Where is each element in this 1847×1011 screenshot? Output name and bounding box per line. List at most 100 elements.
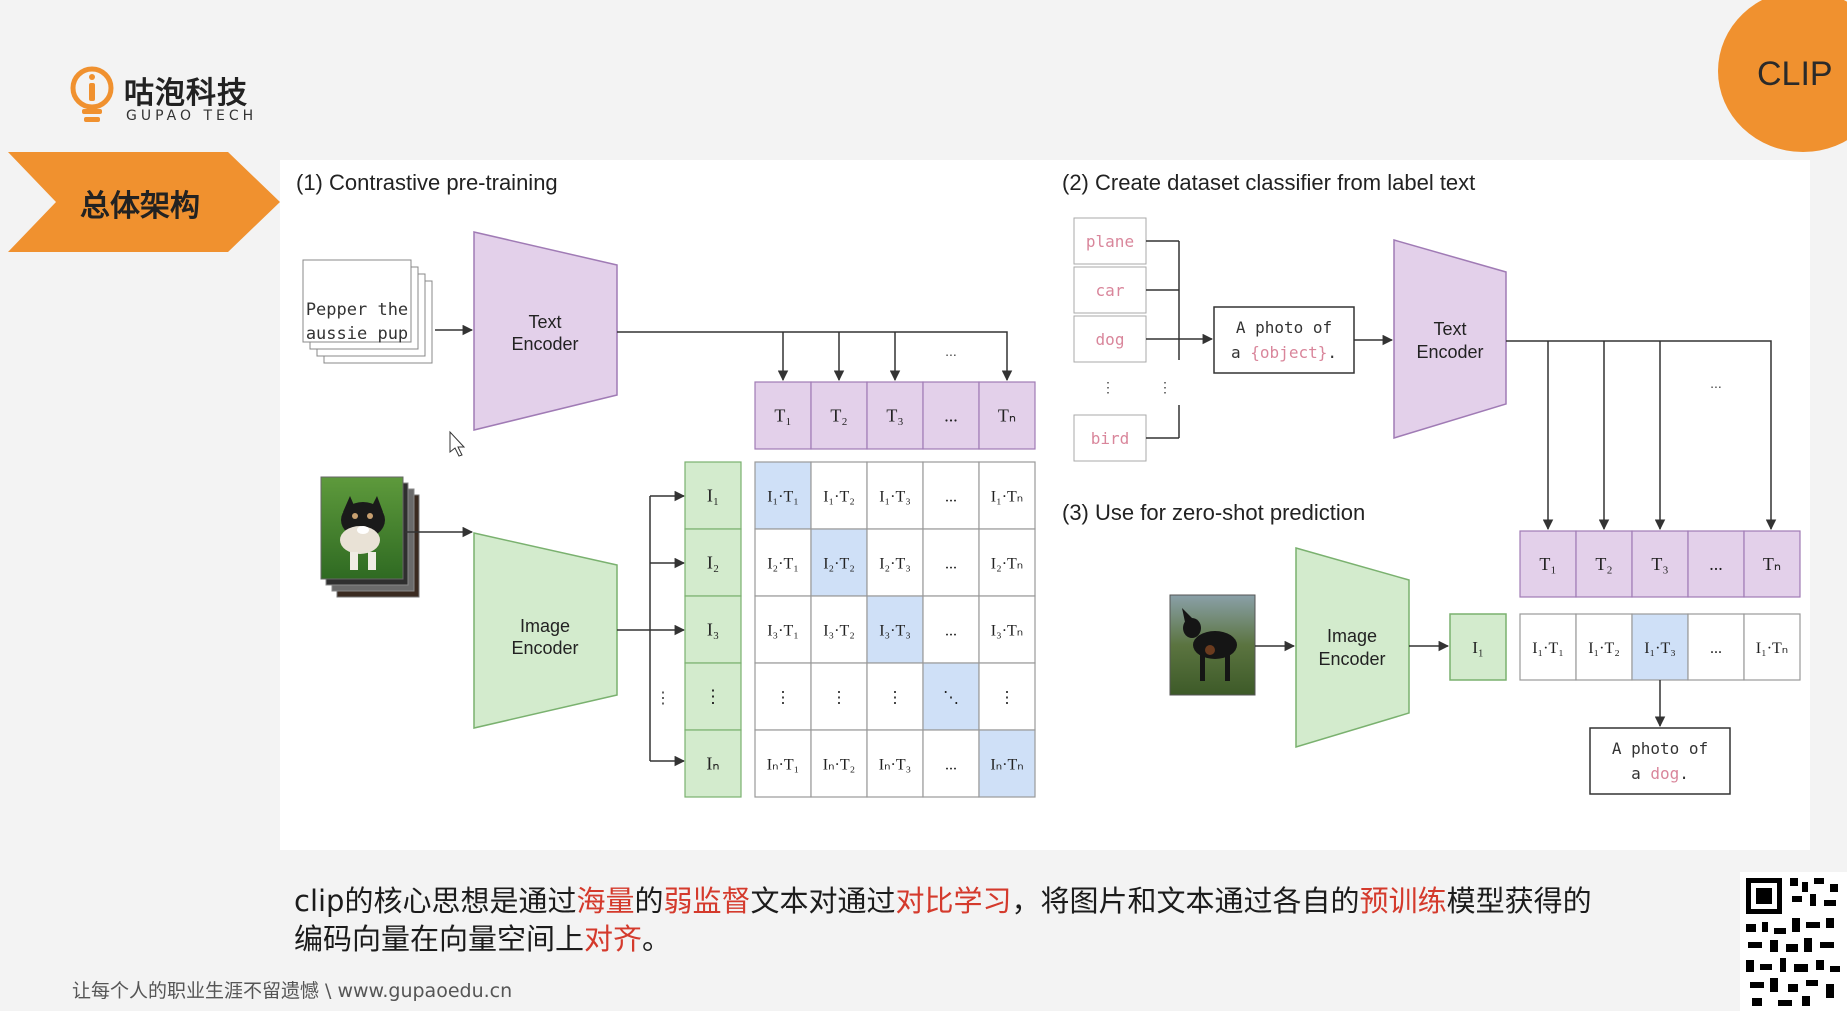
zero-shot-text-cell-label: T₃ — [1651, 554, 1668, 574]
zero-shot-text-encoder-line1: Text — [1433, 319, 1466, 339]
arrows-ellipsis: ... — [945, 343, 957, 359]
text-encoder-label-line2: Encoder — [511, 334, 578, 354]
gupao-logo: 咕泡科技 GUPAO TECH — [68, 64, 278, 134]
text-input-line1: Pepper the — [306, 300, 408, 320]
text-embedding-cell-label: ... — [944, 406, 958, 426]
similarity-cell-label: I₃·Tₙ — [991, 623, 1023, 640]
zero-shot-dog-photo — [1169, 594, 1256, 696]
zero-shot-image-encoder-line1: Image — [1327, 626, 1377, 646]
zero-shot-arrows-ellipsis: ... — [1710, 375, 1722, 391]
label-bracket — [1146, 240, 1180, 439]
similarity-cell-label: I₃·T₂ — [823, 623, 855, 640]
footer-slogan: 让每个人的职业生涯不留遗憾 \ www.gupaoedu.cn — [72, 980, 513, 1002]
zero-shot-product-cell-label: I₁·T₃ — [1644, 640, 1676, 657]
panel3-title: (3) Use for zero-shot prediction — [1062, 500, 1365, 525]
panel1-title: (1) Contrastive pre-training — [296, 170, 558, 195]
zero-shot-text-cell-label: Tₙ — [1763, 554, 1781, 574]
caption-line-2: 编码向量在向量空间上对齐。 — [294, 922, 672, 956]
similarity-cell-label: ... — [945, 757, 957, 774]
slide: 咕泡科技 GUPAO TECH 总体架构 CLIP (1) Contrastiv… — [0, 0, 1847, 1011]
fanout-vdots: ⋮ — [655, 690, 671, 707]
similarity-cell-label: ⋮ — [999, 690, 1015, 707]
zero-shot-text-cell-label: ... — [1709, 554, 1723, 574]
panel2-title: (2) Create dataset classifier from label… — [1062, 170, 1475, 195]
similarity-cell-label: Iₙ·T₁ — [767, 757, 799, 774]
section-title: 总体架构 — [80, 189, 200, 224]
image-embedding-cell-label: I₂ — [707, 553, 719, 573]
prediction-line2: a dog. — [1631, 764, 1689, 783]
similarity-cell-label: I₁·T₁ — [767, 489, 799, 506]
similarity-cell-label: ⋮ — [775, 690, 791, 707]
similarity-cell-label: I₃·T₃ — [879, 623, 911, 640]
similarity-cell-label: ... — [945, 623, 957, 640]
caption-line-1: clip的核心思想是通过海量的弱监督文本对通过对比学习，将图片和文本通过各自的预… — [294, 884, 1592, 918]
zero-shot-product-cell-label: I₁·Tₙ — [1756, 640, 1788, 657]
class-label-text: plane — [1086, 232, 1134, 251]
text-embedding-cell-label: Tₙ — [998, 406, 1016, 426]
zero-shot-text-encoder-trapezoid — [1393, 239, 1507, 440]
logo-english-name: GUPAO TECH — [126, 108, 258, 124]
label-text-list: plane car dog bird — [1073, 217, 1147, 462]
similarity-cell-label: I₂·T₁ — [767, 556, 799, 573]
lightbulb-icon — [70, 66, 114, 122]
class-label-text: bird — [1091, 429, 1130, 448]
text-embedding-cell-label: T₃ — [886, 406, 903, 426]
image-embedding-cell-label: ⋮ — [704, 687, 722, 707]
similarity-cell-label: I₂·T₂ — [823, 556, 855, 573]
similarity-cell-label: I₁·T₃ — [879, 489, 911, 506]
similarity-cell-label: ⋮ — [831, 690, 847, 707]
corner-badge-label: CLIP — [1757, 55, 1833, 93]
similarity-cell-label: ... — [945, 489, 957, 506]
mouse-cursor-icon — [449, 430, 466, 457]
logo-chinese-name: 咕泡科技 — [124, 76, 248, 111]
zero-shot-text-embedding-row: T₁ T₂ T₃... Tₙ — [1519, 530, 1801, 598]
label-bracket-vdots: ⋮ — [1158, 379, 1172, 395]
qr-code-icon — [1740, 872, 1847, 1011]
zero-shot-product-cell-label: I₁·T₂ — [1588, 640, 1620, 657]
slide-caption: clip的核心思想是通过海量的弱监督文本对通过对比学习，将图片和文本通过各自的预… — [294, 882, 1724, 958]
text-input-stack: Pepper the aussie pup — [302, 259, 433, 364]
similarity-cell-label: I₁·T₂ — [823, 489, 855, 506]
zero-shot-product-row: I₁·T₁ I₁·T₂ I₁·T₃... I₁·Tₙ — [1519, 613, 1801, 681]
class-label-text: car — [1096, 281, 1125, 300]
clip-architecture-diagram: (1) Contrastive pre-training Pepper the … — [296, 170, 1801, 798]
image-encoder-label-line2: Encoder — [511, 638, 578, 658]
prediction-box — [1589, 727, 1731, 795]
image-embedding-cell-label: Iₙ — [706, 754, 719, 774]
zero-shot-product-cell-label: ... — [1710, 640, 1722, 657]
text-encoder-label-line1: Text — [528, 312, 561, 332]
image-embedding-column: I₁ I₂ I₃ ⋮ Iₙ — [684, 461, 742, 798]
clip-diagram-figure: (1) Contrastive pre-training Pepper the … — [280, 160, 1810, 850]
text-embedding-cell-label: T₂ — [830, 406, 847, 426]
similarity-cell-label: ⋮ — [887, 690, 903, 707]
class-label-text: dog — [1096, 330, 1125, 349]
similarity-cell-label: Iₙ·T₃ — [879, 757, 911, 774]
similarity-cell-label: I₁·Tₙ — [991, 489, 1023, 506]
zero-shot-text-encoder-line2: Encoder — [1416, 342, 1483, 362]
similarity-cell-label: I₂·Tₙ — [991, 556, 1023, 573]
zero-shot-text-cell-label: T₁ — [1539, 554, 1556, 574]
label-list-vdots: ⋮ — [1101, 379, 1115, 395]
zero-shot-image-encoder-line2: Encoder — [1318, 649, 1385, 669]
image-encoder-label-line1: Image — [520, 616, 570, 636]
prediction-line1: A photo of — [1612, 739, 1708, 758]
image-embedding-cell-label: I₁ — [707, 486, 719, 506]
similarity-matrix: I₁·T₁ I₁·T₂ I₁·T₃... I₁·Tₙ I₂·T₁ I₂·T₂ I₂·T₃..… — [754, 461, 1036, 798]
zero-shot-text-cell-label: T₂ — [1595, 554, 1612, 574]
zero-shot-image-encoder-trapezoid — [1295, 547, 1410, 749]
prompt-template-line2: a {object}. — [1231, 343, 1337, 362]
similarity-cell-label: Iₙ·Tₙ — [990, 757, 1023, 774]
image-input-stack — [320, 476, 420, 598]
prompt-template-box — [1213, 306, 1355, 374]
similarity-cell-label: ⋱ — [943, 690, 959, 707]
prompt-template-line1: A photo of — [1236, 318, 1332, 337]
zero-shot-product-cell-label: I₁·T₁ — [1532, 640, 1564, 657]
text-embedding-cell-label: T₁ — [774, 406, 791, 426]
similarity-cell-label: Iₙ·T₂ — [823, 757, 855, 774]
similarity-cell-label: I₂·T₃ — [879, 556, 911, 573]
text-input-line2: aussie pup — [306, 324, 408, 344]
zero-shot-image-embedding-label: I₁ — [1472, 638, 1484, 657]
text-embedding-row: T₁ T₂ T₃... Tₙ — [754, 381, 1036, 450]
similarity-cell-label: I₃·T₁ — [767, 623, 799, 640]
similarity-cell-label: ... — [945, 556, 957, 573]
